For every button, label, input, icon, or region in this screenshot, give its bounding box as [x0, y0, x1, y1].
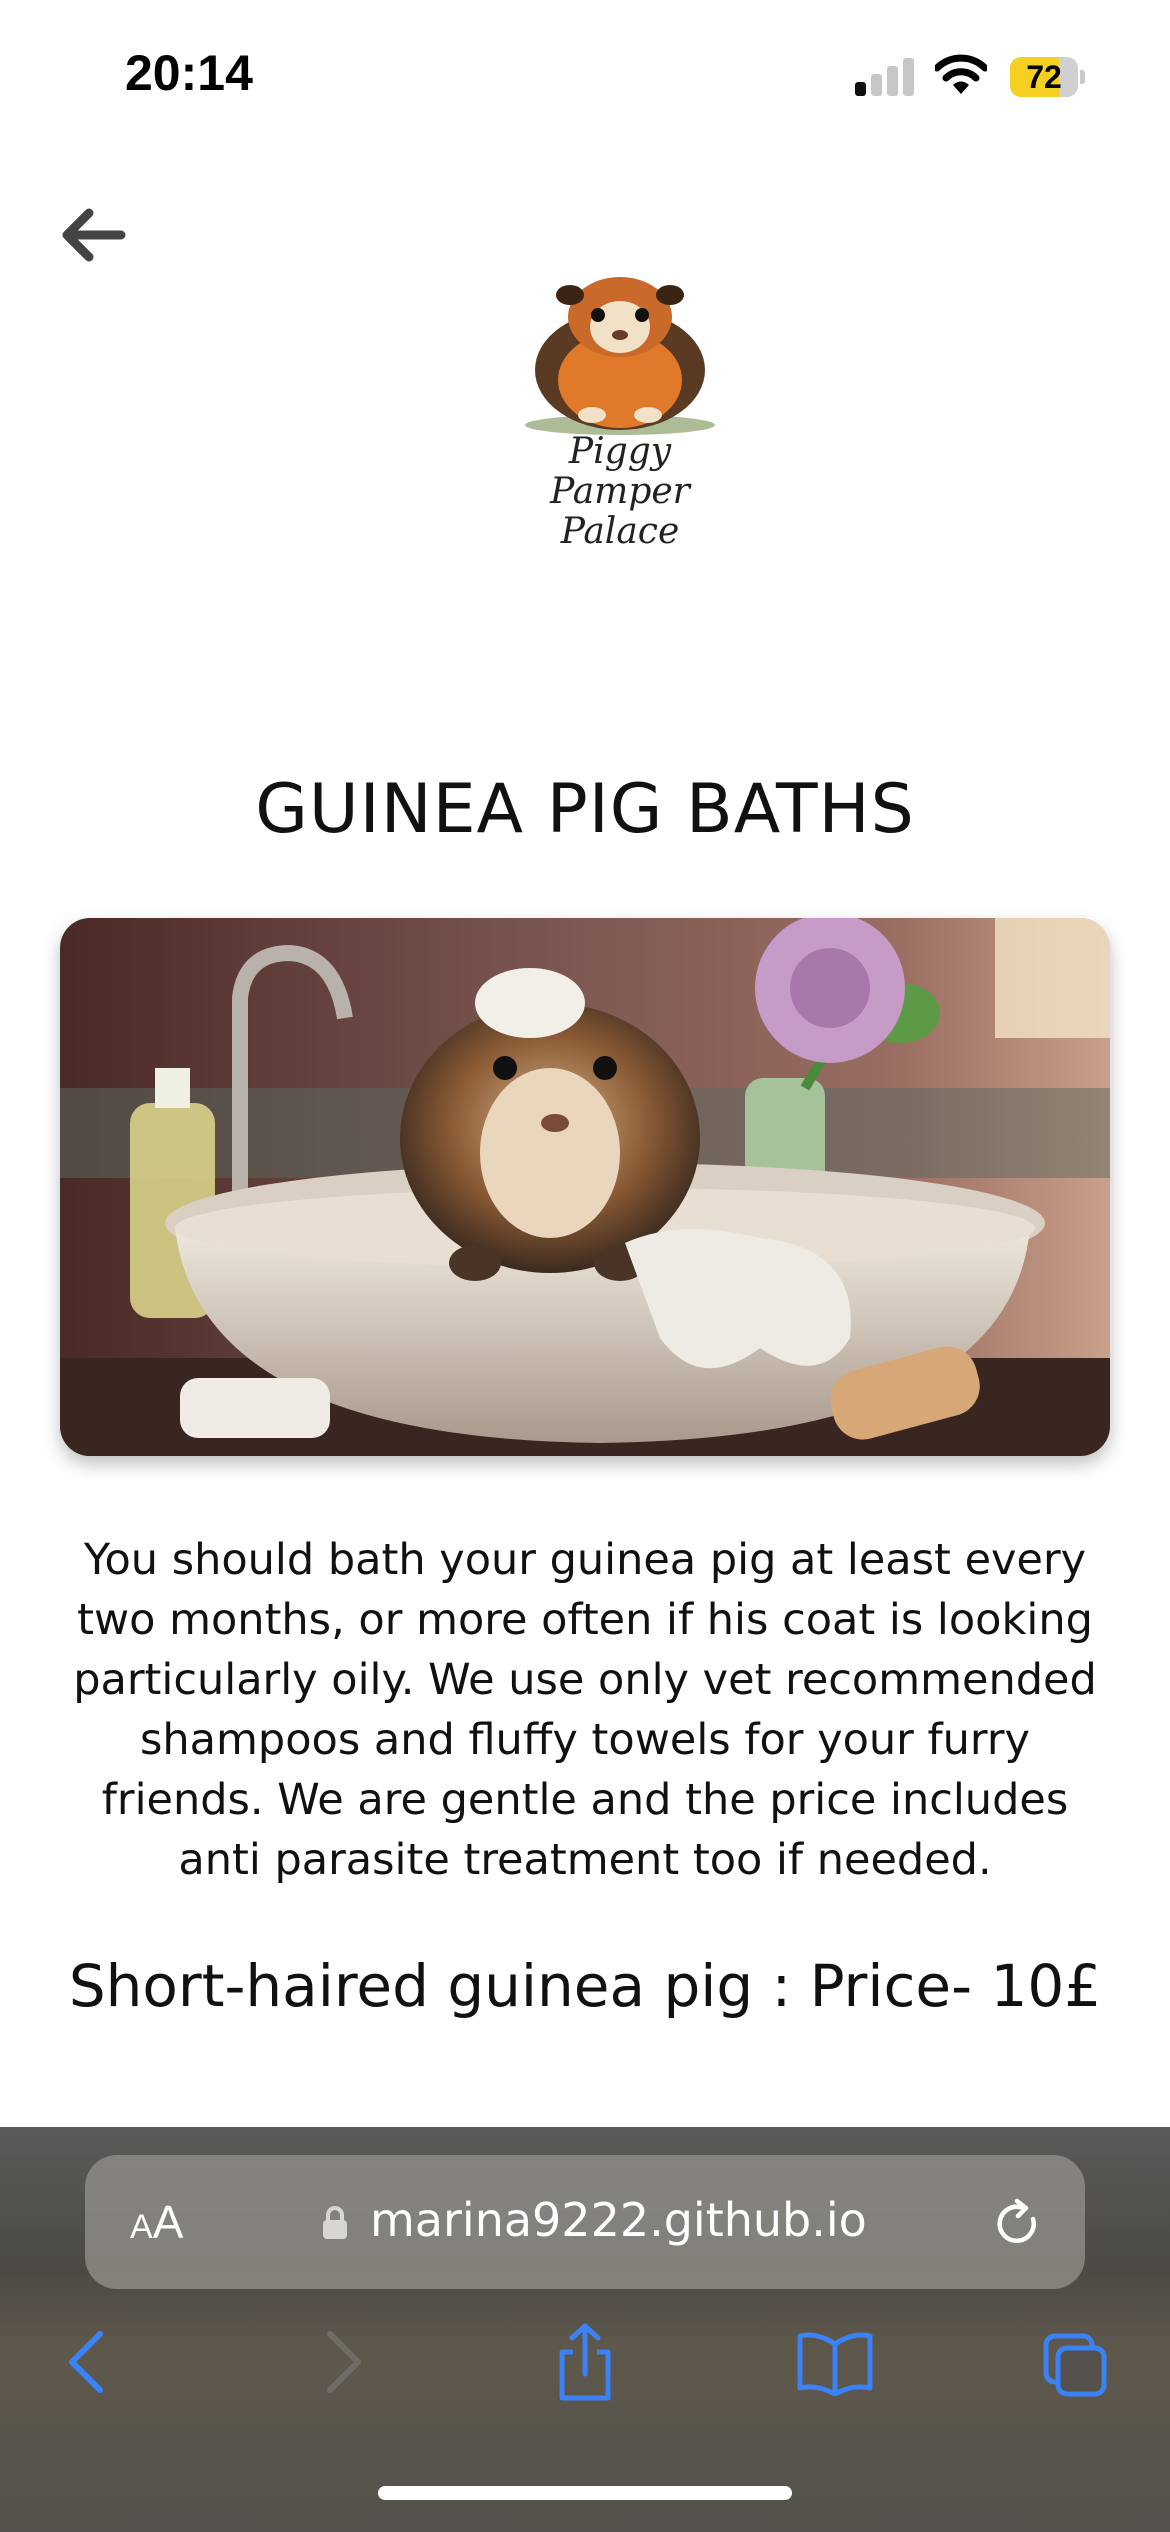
battery-icon: 72: [1010, 57, 1086, 97]
status-bar: 20:14 72: [0, 0, 1170, 150]
back-button[interactable]: [55, 200, 130, 270]
address-bar[interactable]: AA marina9222.github.io: [85, 2155, 1085, 2289]
share-icon[interactable]: [550, 2322, 620, 2402]
logo-text-line2: Palace: [560, 511, 680, 552]
wifi-icon: [935, 54, 987, 94]
logo-text: Piggy Pamper Palace: [500, 432, 740, 552]
home-indicator[interactable]: [378, 2486, 792, 2500]
browser-toolbar: AA marina9222.github.io: [0, 2127, 1170, 2532]
price-line: Short-haired guinea pig : Price- 10£: [68, 1952, 1102, 2020]
url-text: marina9222.github.io: [370, 2193, 867, 2247]
chevron-right-icon[interactable]: [305, 2322, 375, 2402]
hero-image: [60, 918, 1110, 1456]
battery-percent: 72: [1026, 59, 1062, 95]
reload-icon[interactable]: [993, 2197, 1043, 2249]
logo-text-line1: Piggy Pamper: [550, 431, 690, 512]
text-size-label-big: A: [152, 2196, 184, 2248]
guinea-pig-bath-illustration: [60, 918, 1110, 1456]
lock-icon: [323, 2206, 347, 2239]
status-time: 20:14: [125, 45, 253, 101]
text-size-button[interactable]: AA: [130, 2195, 183, 2249]
bookmarks-icon[interactable]: [795, 2322, 875, 2402]
service-description: You should bath your guinea pig at least…: [73, 1535, 1097, 1885]
chevron-left-icon[interactable]: [55, 2322, 125, 2402]
text-size-label-small: A: [130, 2208, 153, 2246]
tabs-icon[interactable]: [1040, 2322, 1110, 2402]
page-title: GUINEA PIG BATHS: [255, 770, 915, 849]
cellular-signal-icon: [855, 56, 915, 96]
guinea-pig-logo-icon: [525, 277, 715, 435]
